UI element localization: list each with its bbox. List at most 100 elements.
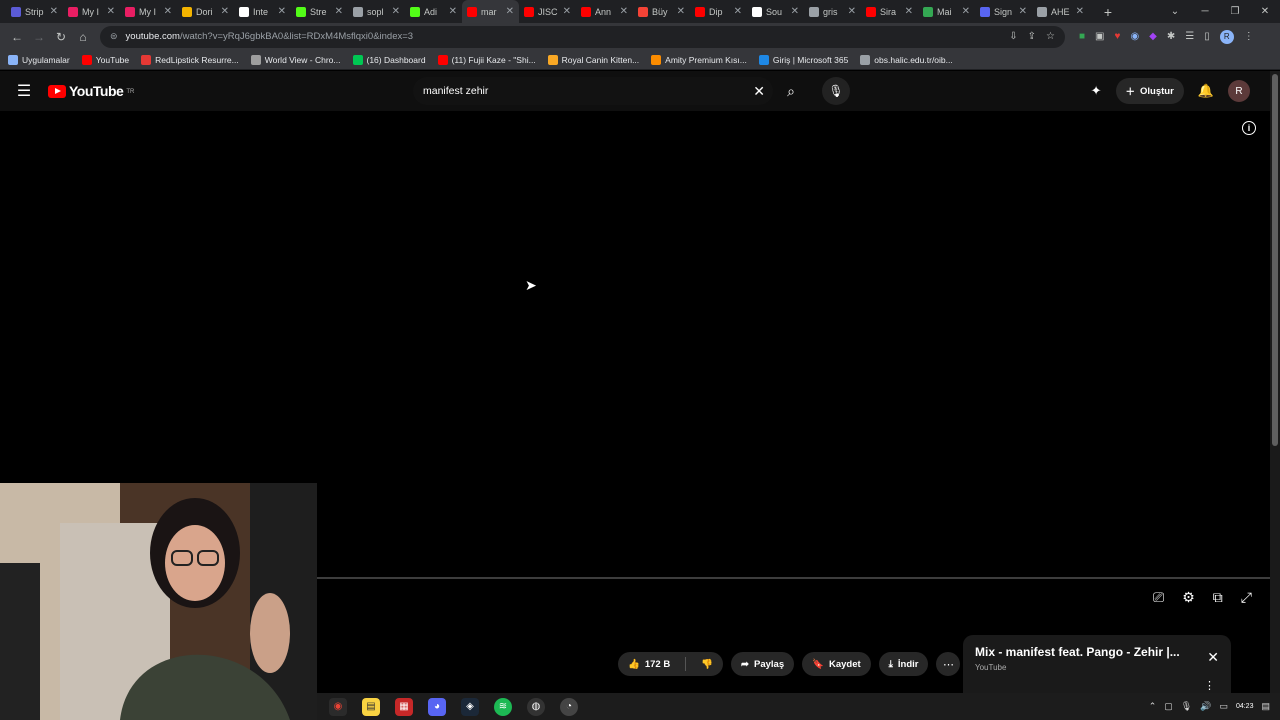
tab-close-icon[interactable]: ✕ [50,6,58,17]
extension-icon[interactable]: ■ [1079,31,1085,42]
dislike-button[interactable]: 👎 [691,652,723,676]
share-page-icon[interactable]: ⇪ [1028,31,1036,42]
clock[interactable]: 04:23 [1236,702,1254,711]
bookmark-item[interactable]: YouTube [81,54,129,65]
close-window-icon[interactable]: ✕ [1250,6,1280,17]
settings-icon[interactable]: ⚙ [1182,589,1195,606]
obs-taskbar-icon[interactable]: ◍ [527,697,545,716]
browser-tab[interactable]: Sira ✕ [861,0,918,23]
tab-close-icon[interactable]: ✕ [1019,6,1027,17]
share-button[interactable]: ➦ Paylaş [731,652,795,676]
notifications-icon[interactable]: ▤ [1261,701,1270,712]
more-icon[interactable]: ⋯ [936,652,961,676]
create-button[interactable]: ＋ Oluştur [1115,78,1184,104]
bookmark-item[interactable]: Giriş | Microsoft 365 [758,54,848,65]
tray-app-icon[interactable]: ▢ [1164,701,1173,712]
tab-close-icon[interactable]: ✕ [1076,6,1084,17]
clear-search-icon[interactable]: ✕ [753,83,765,100]
account-avatar[interactable]: R [1228,80,1250,102]
bookmark-item[interactable]: (11) Fujii Kaze - "Shi... [437,54,536,65]
fullscreen-icon[interactable]: ⤢ [1241,589,1252,606]
tray-mic-icon[interactable]: 🎙 [1181,701,1192,712]
install-icon[interactable]: ⇩ [1009,31,1017,42]
close-icon[interactable]: ✕ [1207,649,1219,666]
bookmark-item[interactable]: obs.halic.edu.tr/oib... [860,54,953,65]
browser-tab[interactable]: Sign ✕ [975,0,1032,23]
download-button[interactable]: ⤓ İndir [878,652,929,676]
search-icon[interactable]: ⌕ [778,77,804,105]
browser-tab[interactable]: mar ✕ [462,0,519,23]
extension-icon[interactable]: ▣ [1095,31,1104,42]
like-button[interactable]: 👍 172 B [618,652,680,676]
browser-tab[interactable]: JISC ✕ [519,0,576,23]
miniplayer-icon[interactable]: ⧉ [1213,589,1223,606]
mix-playlist-card[interactable]: Mix - manifest feat. Pango - Zehir |... … [963,635,1231,693]
voicemeeter-taskbar-icon[interactable]: ▦ [395,697,413,716]
bookmark-item[interactable]: Amity Premium Kısı... [651,54,747,65]
discord-taskbar-icon[interactable]: ◕ [428,697,446,716]
mic-icon[interactable]: 🎙 [822,77,850,105]
tab-close-icon[interactable]: ✕ [905,6,913,17]
bookmark-item[interactable]: Uygulamalar [8,54,70,65]
search-input[interactable]: manifest zehir ✕ [413,77,773,105]
bookmark-item[interactable]: (16) Dashboard [352,54,426,65]
files-taskbar-icon[interactable]: ▤ [362,697,380,716]
puzzle-icon[interactable]: ✱ [1167,31,1175,42]
tab-close-icon[interactable]: ✕ [335,6,343,17]
browser-tab[interactable]: My I ✕ [63,0,120,23]
site-info-icon[interactable]: ⊜ [110,31,118,42]
tab-close-icon[interactable]: ✕ [506,6,514,17]
tab-close-icon[interactable]: ✕ [620,6,628,17]
browser-tab[interactable]: Sou ✕ [747,0,804,23]
browser-tab[interactable]: Dip ✕ [690,0,747,23]
reading-list-icon[interactable]: ☰ [1185,31,1194,42]
bookmark-star-icon[interactable]: ☆ [1046,31,1055,42]
back-icon[interactable]: ← [6,30,28,44]
tab-search-icon[interactable]: ⌄ [1160,6,1190,17]
browser-tab[interactable]: sopl ✕ [348,0,405,23]
tab-close-icon[interactable]: ✕ [791,6,799,17]
forward-icon[interactable]: → [28,30,50,44]
spotify-taskbar-icon[interactable]: ≋ [494,697,512,716]
extension-icon[interactable]: ◆ [1149,31,1157,42]
browser-tab[interactable]: Büy ✕ [633,0,690,23]
bookmark-item[interactable]: World View - Chro... [250,54,341,65]
tab-close-icon[interactable]: ✕ [563,6,571,17]
extension-icon[interactable]: ◉ [1130,31,1139,42]
sparkle-icon[interactable]: ✦ [1091,83,1102,99]
save-button[interactable]: 🔖 Kaydet [802,652,871,676]
browser-tab[interactable]: Adi ✕ [405,0,462,23]
tab-close-icon[interactable]: ✕ [734,6,742,17]
app-taskbar-icon[interactable]: ◔ [560,697,578,716]
side-panel-icon[interactable]: ▯ [1204,31,1210,42]
browser-tab[interactable]: Stre ✕ [291,0,348,23]
tab-close-icon[interactable]: ✕ [449,6,457,17]
url-bar[interactable]: ⊜ youtube.com/watch?v=yRqJ6gbkBA0&list=R… [100,25,1065,48]
steam-taskbar-icon[interactable]: ◈ [461,697,479,716]
volume-icon[interactable]: 🔊 [1200,701,1211,712]
tab-close-icon[interactable]: ✕ [848,6,856,17]
home-icon[interactable]: ⌂ [72,30,94,44]
tab-close-icon[interactable]: ✕ [278,6,286,17]
browser-tab[interactable]: AHE ✕ [1032,0,1089,23]
reload-icon[interactable]: ↻ [50,30,72,44]
browser-tab[interactable]: Dori ✕ [177,0,234,23]
tab-close-icon[interactable]: ✕ [392,6,400,17]
menu-icon[interactable]: ☰ [0,81,48,101]
profile-avatar[interactable]: R [1219,29,1234,44]
tab-close-icon[interactable]: ✕ [677,6,685,17]
extension-icon[interactable]: ♥ [1115,31,1121,42]
tray-chevron-icon[interactable]: ⌃ [1149,701,1157,712]
bookmark-item[interactable]: RedLipstick Resurre... [141,54,239,65]
info-icon[interactable]: i [1242,121,1256,135]
browser-tab[interactable]: Mai ✕ [918,0,975,23]
new-tab-button[interactable]: + [1097,4,1119,20]
browser-tab[interactable]: Inte ✕ [234,0,291,23]
network-icon[interactable]: ▭ [1219,701,1228,712]
tab-close-icon[interactable]: ✕ [221,6,229,17]
restore-icon[interactable]: ❐ [1220,6,1250,17]
bell-icon[interactable]: 🔔 [1198,83,1214,99]
scrollbar-thumb[interactable] [1272,74,1278,446]
tab-close-icon[interactable]: ✕ [962,6,970,17]
tab-close-icon[interactable]: ✕ [107,6,115,17]
